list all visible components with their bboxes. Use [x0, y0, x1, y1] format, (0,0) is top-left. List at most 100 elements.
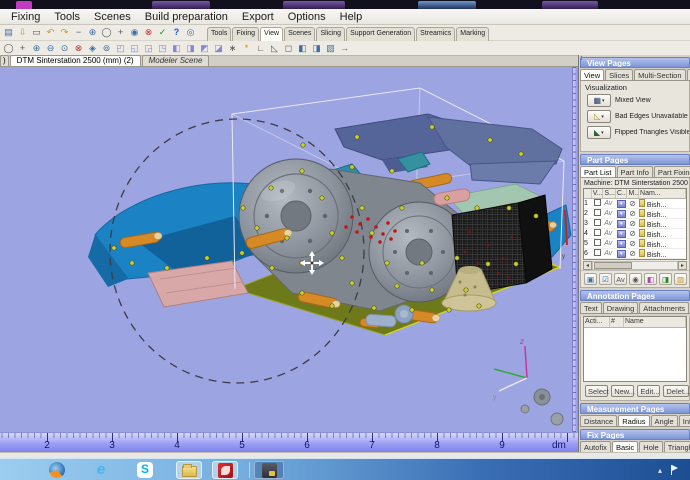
column-visible[interactable]: V...	[592, 189, 604, 198]
tray-expand-icon[interactable]: ▴	[658, 466, 662, 475]
visible-checkbox[interactable]	[593, 209, 601, 216]
pan-icon[interactable]: +	[16, 42, 29, 55]
annotation-list[interactable]: Acti... # Name	[583, 316, 687, 382]
visibility-grid-icon[interactable]: ☑	[599, 273, 612, 285]
measure-icon[interactable]: −	[72, 26, 85, 39]
color-dropdown-icon[interactable]: ▾	[616, 229, 626, 238]
ribbon-tab-scenes[interactable]: Scenes	[284, 27, 316, 41]
ribbon-tab-support-generation[interactable]: Support Generation	[346, 27, 416, 41]
menu-scenes[interactable]: Scenes	[87, 10, 138, 24]
scroll-right-icon[interactable]: ▸	[678, 261, 687, 270]
taskbar-firefox-button[interactable]	[44, 461, 70, 479]
taskbar-ie-button[interactable]: e	[88, 461, 114, 479]
print-icon[interactable]: ▭	[30, 26, 43, 39]
color-dropdown-icon[interactable]: ▾	[616, 219, 626, 228]
view-bottom-icon[interactable]: ◨	[184, 42, 197, 55]
color-parts-icon[interactable]: ◧	[644, 273, 657, 285]
slice-icon[interactable]: ⊘	[627, 219, 639, 228]
column-marking[interactable]: M...	[627, 189, 640, 198]
pan-view-icon[interactable]: +	[114, 26, 127, 39]
ribbon-tab-marking[interactable]: Marking	[456, 27, 490, 41]
shading-icon[interactable]: Av	[603, 230, 616, 237]
shaded-edges-icon[interactable]: ◨	[310, 42, 323, 55]
visible-checkbox[interactable]	[593, 239, 601, 246]
taskbar-explorer-button[interactable]	[176, 461, 202, 479]
view-iso-back-icon[interactable]: ◪	[212, 42, 225, 55]
tab-distance[interactable]: Distance	[580, 415, 618, 426]
view-iso-icon[interactable]: ◩	[198, 42, 211, 55]
view-corner-icon[interactable]: ∟	[254, 42, 267, 55]
part-row[interactable]: 4 Av ▾ ⊘ Bish...	[584, 228, 686, 239]
ribbon-tab-tools[interactable]: Tools	[207, 27, 232, 41]
visible-checkbox[interactable]	[593, 229, 601, 236]
part-row[interactable]: 1 Av ▾ ⊘ Bish...	[584, 198, 686, 209]
tab-drawing[interactable]: Drawing	[602, 302, 639, 313]
zoom-parts-icon[interactable]: ◨	[659, 273, 672, 285]
zoom-window-icon[interactable]: ◈	[86, 42, 99, 55]
part-row[interactable]: 2 Av ▾ ⊘ Bish...	[584, 208, 686, 219]
show-axes-icon[interactable]: ∗	[226, 42, 239, 55]
locate-part-icon[interactable]: ◉	[629, 273, 642, 285]
scroll-track[interactable]	[592, 261, 678, 270]
tab-angle[interactable]: Angle	[650, 415, 678, 426]
slice-icon[interactable]: ⊘	[627, 209, 639, 218]
color-dropdown-icon[interactable]: ▾	[616, 239, 626, 248]
undo-icon[interactable]: ↶	[44, 26, 57, 39]
redo-icon[interactable]: ↷	[58, 26, 71, 39]
taskbar-red-app-button[interactable]	[212, 461, 238, 479]
taskbar-skype-button[interactable]: S	[132, 461, 158, 479]
zoom-in-icon[interactable]: ⊕	[86, 26, 99, 39]
view-back-icon[interactable]: ◱	[128, 42, 141, 55]
column-color[interactable]: C...	[616, 189, 628, 198]
column-shading[interactable]: S...	[603, 189, 616, 198]
shading-icon[interactable]: Av	[603, 200, 616, 207]
column-active[interactable]: Acti...	[584, 317, 610, 327]
search-icon[interactable]: ◎	[184, 26, 197, 39]
menu-help[interactable]: Help	[333, 10, 370, 24]
ribbon-tab-view[interactable]: View	[260, 27, 284, 41]
import-icon[interactable]: ⇩	[16, 26, 29, 39]
visible-checkbox[interactable]	[593, 199, 601, 206]
mixed-view-button[interactable]: ▦ ▾	[587, 94, 611, 107]
viewport-3d[interactable]: y z y	[0, 67, 572, 432]
part-row[interactable]: 5 Av ▾ ⊘ Bish...	[584, 238, 686, 249]
column-number[interactable]: #	[610, 317, 624, 327]
tab-radius[interactable]: Radius	[618, 415, 650, 426]
ribbon-tab-slicing[interactable]: Slicing	[316, 27, 346, 41]
rotate-view-icon[interactable]: ◯	[100, 26, 113, 39]
zoom-out-icon[interactable]: ⊖	[44, 42, 57, 55]
tab-multi-section[interactable]: Multi-Section	[634, 69, 686, 80]
wireframe-icon[interactable]: ◻	[282, 42, 295, 55]
unzoom-view-icon[interactable]: ⊗	[142, 26, 155, 39]
view-top-icon[interactable]: ◧	[170, 42, 183, 55]
help-icon[interactable]: ?	[170, 26, 183, 39]
tab-triangle[interactable]: Triangle	[663, 441, 690, 452]
taskbar-active-app-button[interactable]	[254, 461, 284, 479]
tab-slices[interactable]: Slices	[605, 69, 634, 80]
show-origin-icon[interactable]: *	[240, 42, 253, 55]
ribbon-tab-fixing[interactable]: Fixing	[232, 27, 260, 41]
select-all-icon[interactable]: ▣	[584, 273, 597, 285]
column-name[interactable]: Name	[624, 317, 686, 327]
delete-button[interactable]: Delet...	[663, 385, 690, 397]
zoom-view-icon[interactable]: ◉	[128, 26, 141, 39]
view-angle-icon[interactable]: ◺	[268, 42, 281, 55]
shading-icon[interactable]: Av	[603, 240, 616, 247]
part-row[interactable]: 6 Av ▾ ⊘ Bish...	[584, 248, 686, 259]
color-dropdown-icon[interactable]: ▾	[616, 209, 626, 218]
menu-tools[interactable]: Tools	[47, 10, 87, 24]
scroll-left-icon[interactable]: ◂	[583, 261, 592, 270]
tab-hole[interactable]: Hole	[639, 441, 663, 452]
tab-info[interactable]: Info	[678, 415, 690, 426]
visible-checkbox[interactable]	[593, 249, 601, 256]
menu-options[interactable]: Options	[281, 10, 333, 24]
zoom-in-icon[interactable]: ⊕	[30, 42, 43, 55]
bad-edges-button[interactable]: ◺ ▾	[587, 110, 611, 123]
color-dropdown-icon[interactable]: ▾	[616, 199, 626, 208]
tab-part-info[interactable]: Part Info	[616, 166, 653, 177]
slice-icon[interactable]: ⊘	[627, 199, 639, 208]
tab-part-fixing-info[interactable]: Part Fixing Info	[653, 166, 690, 177]
slice-icon[interactable]: ⊘	[627, 239, 639, 248]
view-left-icon[interactable]: ◲	[142, 42, 155, 55]
menu-export[interactable]: Export	[235, 10, 281, 24]
